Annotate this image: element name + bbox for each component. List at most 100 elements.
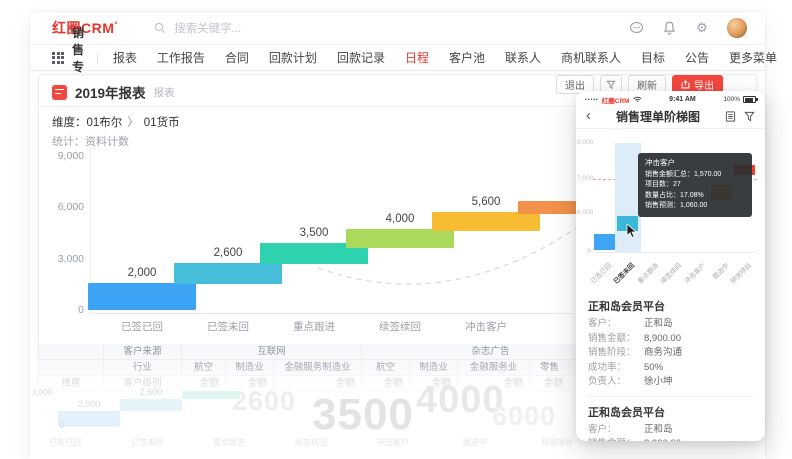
ghost-number: 3500 xyxy=(312,390,414,440)
field-value: 徐小坤 xyxy=(644,375,673,390)
stat-filter[interactable]: 统计：资料计数 xyxy=(52,133,129,149)
report-icon xyxy=(52,85,67,100)
amount-col-0: 金额 xyxy=(182,376,226,392)
ghost-bar xyxy=(182,391,240,399)
x-axis-label: 冲击客户 xyxy=(444,319,528,334)
nav-item-合同[interactable]: 合同 xyxy=(225,49,249,66)
industry-col-3: 航空 xyxy=(362,360,410,376)
industry-col-0: 航空 xyxy=(182,360,226,376)
corner-source: 客户来源 xyxy=(104,344,182,360)
phone-chart-bar[interactable] xyxy=(594,234,615,250)
phone-ytick: 8,000 xyxy=(577,139,591,146)
nav-item-客户池[interactable]: 客户池 xyxy=(449,49,485,66)
chart-bar-续签续回[interactable] xyxy=(346,229,454,248)
phone-ytick: 0 xyxy=(577,248,591,255)
phone-x-label-已签已回[interactable]: 已签已回 xyxy=(588,260,613,285)
nav-item-联系人[interactable]: 联系人 xyxy=(505,49,541,66)
ghost-x-label: 重点跟进 xyxy=(194,437,264,448)
tooltip-title: 冲击客户 xyxy=(645,158,745,169)
search-icon xyxy=(152,20,168,36)
industry-col-2: 金融服务制造业 xyxy=(274,360,362,376)
group-header-互联网: 互联网 xyxy=(182,344,362,360)
nav-item-回款记录[interactable]: 回款记录 xyxy=(337,49,385,66)
wifi-icon xyxy=(633,96,642,103)
tooltip-row: 销售预测：1,060.00 xyxy=(645,201,745,212)
ghost-bar-label: 2,000 xyxy=(58,399,120,409)
field-label: 销售阶段： xyxy=(588,346,644,361)
x-axis-label: 已签未回 xyxy=(186,319,270,334)
industry-col-5: 金融服务业 xyxy=(458,360,530,376)
dimension-filter[interactable]: 维度：01布尔〉01货币 xyxy=(52,114,180,130)
y-axis-tick: 0 xyxy=(50,304,84,316)
user-avatar[interactable] xyxy=(727,18,747,38)
field-label: 成功率： xyxy=(588,361,644,376)
industry-col-1: 制造业 xyxy=(226,360,274,376)
phone-record-list: 正和岛会员平台客户：正和岛销售金额：8,900.00 销售阶段：商务沟通成功率：5… xyxy=(588,291,753,441)
list-view-icon[interactable] xyxy=(725,111,736,122)
funnel-icon xyxy=(606,80,616,90)
phone-filter-icon[interactable] xyxy=(744,111,755,122)
chart-bar-已签未回[interactable] xyxy=(174,263,282,284)
report-title: 2019年报表 xyxy=(75,82,146,102)
phone-x-label-已签未回[interactable]: 已签未回 xyxy=(611,260,636,285)
nav-item-回款计划[interactable]: 回款计划 xyxy=(269,49,317,66)
y-axis-tick: 9,000 xyxy=(50,150,84,162)
chart-bar-冲击客户[interactable] xyxy=(432,212,540,231)
amount-col-6: 金额 xyxy=(530,376,570,392)
nav-item-工作报告[interactable]: 工作报告 xyxy=(157,49,205,66)
tooltip-row: 销售金额汇总：1,570.00 xyxy=(645,170,745,181)
apps-grid-icon[interactable] xyxy=(52,52,64,64)
phone-x-label-续签续回[interactable]: 续签续回 xyxy=(658,260,683,285)
nav-bar: 销售专享 | 报表工作报告合同回款计划回款记录日程客户池联系人商机联系人目标公告… xyxy=(30,45,765,71)
phone-x-label-重点跟进[interactable]: 重点跟进 xyxy=(634,260,659,285)
nav-item-目标[interactable]: 目标 xyxy=(641,49,665,66)
ghost-x-label: 续签续回 xyxy=(276,437,346,448)
screen: 红圈CRM° 搜索关键字... ⚙ 销售专享 | 报表工作报告合同回款计划回款记… xyxy=(0,0,792,459)
tooltip-row: 数量占比：17.08% xyxy=(645,191,745,202)
clock-label: 9:41 AM xyxy=(642,96,724,103)
mouse-cursor xyxy=(626,224,638,239)
nav-item-日程[interactable]: 日程 xyxy=(405,49,429,66)
field-value: 8,900.00 xyxy=(644,437,681,441)
record-field-row: 负责人：徐小坤 xyxy=(588,375,753,390)
nav-item-公告[interactable]: 公告 xyxy=(685,49,709,66)
messages-icon[interactable] xyxy=(628,20,644,36)
section-divider xyxy=(588,396,753,397)
industry-col-6: 零售 xyxy=(530,360,570,376)
record-card[interactable]: 正和岛会员平台客户：正和岛销售金额：8,900.00销售阶段：商务沟通成功率：5… xyxy=(588,298,753,390)
nav-item-更多菜单[interactable]: 更多菜单 xyxy=(729,49,777,66)
y-axis-tick: 6,000 xyxy=(50,201,84,213)
x-axis-label: 续签续回 xyxy=(358,319,442,334)
ghost-x-label: 跟进中 xyxy=(440,437,510,448)
chart-bar-已签已回[interactable] xyxy=(88,283,196,310)
nav-item-报表[interactable]: 报表 xyxy=(113,49,137,66)
record-card[interactable]: 正和岛会员平台客户：正和岛销售金额：8,900.00 xyxy=(588,404,753,442)
notifications-bell-icon[interactable] xyxy=(661,20,677,36)
global-search[interactable]: 搜索关键字... xyxy=(152,20,241,36)
topbar-actions: ⚙ xyxy=(628,18,747,38)
nav-item-商机联系人[interactable]: 商机联系人 xyxy=(561,49,621,66)
y-axis-tick: 3,000 xyxy=(50,253,84,265)
ghost-ytick: 0 xyxy=(36,421,64,430)
field-value: 商务沟通 xyxy=(644,346,682,361)
field-value: 50% xyxy=(644,361,663,376)
ghost-number: 2600 xyxy=(232,386,296,417)
settings-gear-icon[interactable]: ⚙ xyxy=(694,20,710,36)
phone-x-label-预测项目[interactable]: 预测项目 xyxy=(728,260,753,285)
phone-ytick: 6,000 xyxy=(577,209,591,216)
phone-title: 销售理单阶梯图 xyxy=(591,108,725,125)
battery-label: 100% xyxy=(723,96,740,103)
nav-divider: | xyxy=(96,52,99,64)
ghost-bar xyxy=(120,399,182,411)
phone-x-label-冲击客户[interactable]: 冲击客户 xyxy=(681,260,706,285)
record-field-row: 客户：正和岛 xyxy=(588,317,753,332)
field-label: 负责人： xyxy=(588,375,644,390)
phone-panel: ••••• 红圈CRM 9:41 AM 100% ‹ 销售理单阶梯图 06,00… xyxy=(576,91,765,441)
record-field-row: 客户：正和岛 xyxy=(588,423,753,438)
brand-logo[interactable]: 红圈CRM° xyxy=(52,18,118,38)
phone-ytick: 7,000 xyxy=(577,175,591,182)
x-axis-label: 重点跟进 xyxy=(272,319,356,334)
report-title-row: 2019年报表 报表 xyxy=(52,82,175,102)
ghost-x-label: 已签未回 xyxy=(112,437,182,448)
phone-x-axis-line xyxy=(593,252,757,253)
